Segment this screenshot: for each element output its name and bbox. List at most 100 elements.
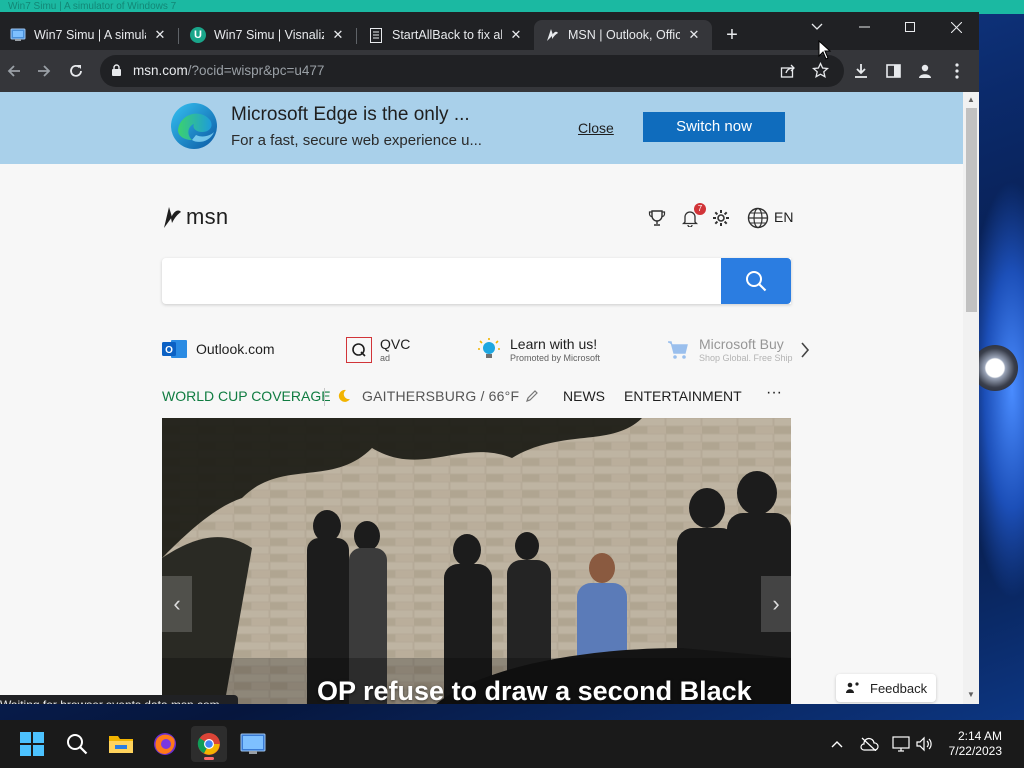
new-tab-button[interactable]: + bbox=[722, 25, 742, 46]
bookmark-star-icon[interactable] bbox=[811, 61, 830, 84]
switch-now-button[interactable]: Switch now bbox=[643, 112, 785, 142]
search-icon bbox=[746, 271, 767, 292]
win7-simu-app-icon[interactable] bbox=[235, 726, 271, 762]
edge-banner-close-link[interactable]: Close bbox=[578, 120, 614, 136]
active-app-indicator bbox=[204, 757, 214, 760]
msn-category-nav: WORLD CUP COVERAGE GAITHERSBURG / 66°F N… bbox=[162, 384, 791, 408]
hero-headline[interactable]: OP refuse to draw a second Black bbox=[317, 676, 752, 704]
onedrive-cloud-off-icon[interactable] bbox=[859, 734, 879, 754]
start-windows-icon[interactable] bbox=[14, 726, 50, 762]
close-tab-icon[interactable]: ✕ bbox=[330, 27, 346, 43]
profile-avatar-icon[interactable] bbox=[913, 59, 937, 83]
quick-links-next-chevron-icon[interactable] bbox=[800, 342, 818, 360]
forward-button[interactable] bbox=[32, 59, 56, 83]
hero-next-arrow-icon[interactable]: › bbox=[761, 576, 791, 632]
close-tab-icon[interactable]: ✕ bbox=[508, 27, 524, 43]
maximize-button[interactable] bbox=[887, 12, 933, 42]
quick-link-label: Outlook.com bbox=[196, 341, 275, 357]
close-window-button[interactable] bbox=[933, 12, 979, 42]
weather-location-temp: GAITHERSBURG / 66°F bbox=[362, 388, 520, 404]
tab-search-chevron-down-icon[interactable] bbox=[794, 12, 840, 42]
tray-overflow-chevron-up-icon[interactable] bbox=[827, 734, 847, 754]
language-label[interactable]: EN bbox=[774, 209, 793, 225]
hero-news-card[interactable]: ‹ › OP refuse to draw a second Black bbox=[162, 418, 791, 704]
nav-more-icon[interactable]: ··· bbox=[766, 384, 782, 402]
msn-butterfly-icon bbox=[164, 207, 181, 228]
msn-search-button[interactable] bbox=[721, 258, 791, 304]
close-tab-icon[interactable]: ✕ bbox=[152, 27, 168, 43]
lock-icon[interactable] bbox=[111, 64, 122, 82]
reload-button[interactable] bbox=[64, 59, 88, 83]
nav-weather[interactable]: GAITHERSBURG / 66°F bbox=[337, 388, 539, 404]
settings-gear-icon[interactable] bbox=[709, 206, 733, 230]
rewards-trophy-icon[interactable] bbox=[645, 206, 669, 230]
edge-logo-icon bbox=[171, 103, 217, 149]
tab-divider bbox=[178, 28, 179, 44]
back-button[interactable] bbox=[2, 59, 26, 83]
quick-link-outlook[interactable]: O Outlook.com bbox=[162, 336, 275, 362]
windows-taskbar: 2:14 AM 7/22/2023 bbox=[0, 720, 1024, 768]
moon-icon bbox=[338, 389, 350, 402]
edge-banner-subtitle: For a fast, secure web experience u... bbox=[231, 132, 482, 149]
firefox-icon[interactable] bbox=[147, 726, 183, 762]
more-menu-kebab-icon[interactable] bbox=[945, 59, 969, 83]
scrollbar-thumb[interactable] bbox=[966, 108, 977, 312]
tab-title: Win7 Simu | A simulator of Windows 7 bbox=[34, 28, 146, 42]
msn-logo[interactable]: msn bbox=[162, 204, 228, 230]
tab-title: MSN | Outlook, Office, Skype bbox=[568, 28, 680, 42]
tab-visnalize[interactable]: U Win7 Simu | Visnalize ✕ bbox=[180, 20, 356, 50]
scroll-up-arrow-icon[interactable]: ▲ bbox=[966, 95, 976, 105]
address-bar[interactable]: msn.com/?ocid=wispr&pc=u477 bbox=[100, 55, 844, 87]
browser-toolbar: msn.com/?ocid=wispr&pc=u477 bbox=[0, 50, 979, 92]
clock-time: 2:14 AM bbox=[957, 729, 1002, 743]
ad-label: ad bbox=[380, 353, 391, 363]
taskbar-clock[interactable]: 2:14 AM 7/22/2023 bbox=[936, 729, 1002, 759]
edge-banner-title: Microsoft Edge is the only ... bbox=[231, 104, 470, 125]
chrome-browser-window: Win7 Simu | A simulator of Windows 7 ✕ U… bbox=[0, 12, 979, 704]
download-icon[interactable] bbox=[849, 59, 873, 83]
volume-speaker-icon[interactable] bbox=[914, 734, 934, 754]
shopping-cart-icon bbox=[665, 337, 691, 363]
msn-icon bbox=[544, 27, 560, 43]
taskbar-search-icon[interactable] bbox=[59, 726, 95, 762]
quick-link-sublabel: Shop Global. Free Ship bbox=[699, 353, 793, 363]
msn-wordmark: msn bbox=[186, 204, 229, 229]
quick-link-learn[interactable]: Learn with us! Promoted by Microsoft bbox=[476, 336, 600, 363]
clock-date: 7/22/2023 bbox=[948, 744, 1002, 758]
edit-pencil-icon[interactable] bbox=[525, 389, 539, 403]
feedback-button[interactable]: Feedback bbox=[836, 674, 936, 702]
language-globe-icon[interactable] bbox=[746, 206, 770, 230]
network-monitor-icon[interactable] bbox=[891, 734, 911, 754]
hero-prev-arrow-icon[interactable]: ‹ bbox=[162, 576, 192, 632]
quick-link-label: Microsoft Buy bbox=[699, 336, 784, 352]
lightbulb-icon bbox=[476, 337, 502, 363]
tab-strip: Win7 Simu | A simulator of Windows 7 ✕ U… bbox=[0, 12, 979, 50]
browser-status-bar: Waiting for browser.events.data.msn.com.… bbox=[0, 695, 238, 704]
quick-link-microsoft-buy[interactable]: Microsoft Buy Shop Global. Free Ship bbox=[665, 336, 793, 363]
nav-entertainment[interactable]: ENTERTAINMENT bbox=[624, 388, 742, 404]
nav-divider bbox=[324, 388, 325, 406]
tab-win7-simu[interactable]: Win7 Simu | A simulator of Windows 7 ✕ bbox=[0, 20, 178, 50]
quick-link-qvc[interactable]: QVC ad bbox=[346, 336, 410, 363]
nav-world-cup[interactable]: WORLD CUP COVERAGE bbox=[162, 388, 331, 404]
tab-startallback[interactable]: StartAllBack to fix all ✕ bbox=[358, 20, 534, 50]
scroll-down-arrow-icon[interactable]: ▼ bbox=[966, 690, 976, 700]
mouse-cursor-icon bbox=[818, 40, 832, 60]
msn-search-input[interactable] bbox=[162, 258, 791, 304]
tab-msn[interactable]: MSN | Outlook, Office, Skype ✕ bbox=[534, 20, 712, 50]
feedback-people-icon bbox=[846, 682, 859, 693]
visnalize-icon: U bbox=[190, 27, 206, 43]
quick-link-label: Learn with us! bbox=[510, 336, 598, 352]
page-scrollbar[interactable]: ▲ ▼ bbox=[963, 92, 979, 704]
minimize-button[interactable] bbox=[841, 12, 887, 42]
nav-news[interactable]: NEWS bbox=[563, 388, 605, 404]
file-explorer-folder-icon[interactable] bbox=[103, 726, 139, 762]
qvc-icon bbox=[346, 336, 372, 363]
chrome-icon[interactable] bbox=[191, 726, 227, 762]
promoted-label: Promoted by Microsoft bbox=[510, 353, 601, 363]
outlook-icon: O bbox=[162, 336, 188, 362]
share-icon[interactable] bbox=[780, 63, 796, 84]
tab-title: Win7 Simu | Visnalize bbox=[214, 28, 324, 42]
side-panel-icon[interactable] bbox=[881, 59, 905, 83]
close-tab-icon[interactable]: ✕ bbox=[686, 27, 702, 43]
